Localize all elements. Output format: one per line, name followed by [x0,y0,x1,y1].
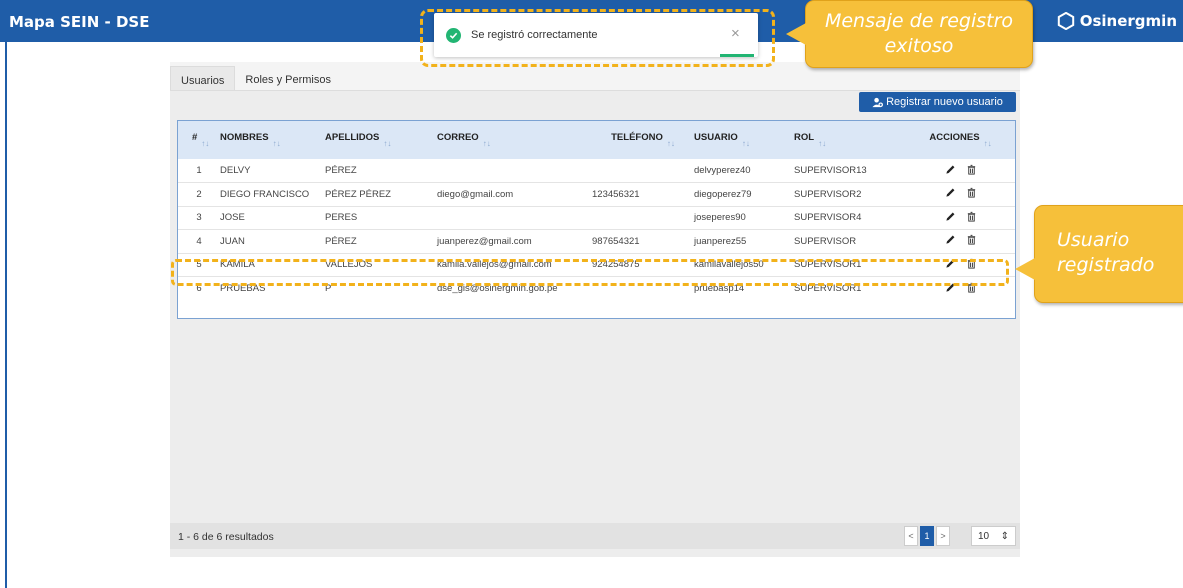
cell-correo: diego@gmail.com [437,188,514,200]
col-header-nombres[interactable]: NOMBRES↑↓ [220,121,325,159]
cell-usuario: delvyperez40 [694,165,751,176]
cell-apellidos: PERES [325,212,358,224]
highlight-toast [420,9,775,67]
cell-rol: SUPERVISOR13 [794,165,867,176]
tab-divider [170,90,1020,91]
cell-nombres: DIEGO FRANCISCO [220,188,310,200]
cell-apellidos: PÉREZ [325,235,357,247]
col-header-acciones[interactable]: ACCIONES↑↓ [906,121,1015,159]
callout-row-note: Usuario registrado [1015,205,1183,303]
edit-icon[interactable] [945,234,956,245]
cell-correo: juanperez@gmail.com [437,235,532,247]
highlight-row [171,259,1009,286]
next-page-button[interactable]: > [936,526,950,546]
cell-rol: SUPERVISOR2 [794,188,862,200]
table-row: 4 JUAN PÉREZ juanperez@gmail.com 9876543… [178,230,1015,254]
tab-usuarios[interactable]: Usuarios [170,66,236,91]
trash-icon[interactable] [966,187,977,198]
edit-icon[interactable] [945,164,956,175]
cell-apellidos: PÉREZ PÉREZ [325,188,391,200]
cell-telefono: 123456321 [592,188,640,200]
col-header-apellidos[interactable]: APELLIDOS↑↓ [325,121,437,159]
tab-bar: Usuarios Roles y Permisos [170,66,341,91]
page-1-button[interactable]: 1 [920,526,934,546]
cell-num: 1 [196,165,202,176]
register-new-user-button[interactable]: Registrar nuevo usuario [859,92,1016,112]
col-header-rol[interactable]: ROL↑↓ [794,121,906,159]
cell-telefono [592,206,694,230]
results-count: 1 - 6 de 6 resultados [178,531,274,543]
osinergmin-logo-icon [1057,12,1074,30]
tab-roles-permisos[interactable]: Roles y Permisos [235,66,341,91]
cell-usuario: juanperez55 [694,235,747,247]
brand-name: Osinergmin [1079,12,1177,30]
col-header-usuario[interactable]: USUARIO↑↓ [694,121,794,159]
trash-icon[interactable] [966,164,977,175]
cell-correo [437,206,592,230]
cell-correo [437,159,592,183]
table-header-row: #↑↓ NOMBRES↑↓ APELLIDOS↑↓ CORREO↑↓ TELÉF… [178,121,1015,159]
col-header-correo[interactable]: CORREO↑↓ [437,121,592,159]
table-row: 1 DELVY PÉREZ delvyperez40 SUPERVISOR13 [178,159,1015,183]
page-size-value: 10 [978,530,990,542]
cell-nombres: JOSE [220,212,245,224]
page-size-select[interactable]: 10 ⇕ [971,526,1016,546]
table-row: 2 DIEGO FRANCISCO PÉREZ PÉREZ diego@gmai… [178,183,1015,207]
callout-tail [786,23,806,45]
pagination: < 1 > [904,526,950,546]
table-footer [170,523,1020,549]
trash-icon[interactable] [966,211,977,222]
prev-page-button[interactable]: < [904,526,918,546]
cell-telefono [592,159,694,183]
cell-num: 3 [196,212,202,224]
cell-num: 4 [196,235,202,247]
callout-toast-note: Mensaje de registro exitoso [786,0,1033,68]
col-header-num[interactable]: #↑↓ [178,121,220,159]
cell-nombres: JUAN [220,235,245,247]
cell-telefono: 987654321 [592,235,640,247]
users-table: #↑↓ NOMBRES↑↓ APELLIDOS↑↓ CORREO↑↓ TELÉF… [177,120,1016,319]
callout-toast-text: Mensaje de registro exitoso [824,10,1014,57]
cell-usuario: diegoperez79 [694,188,752,200]
cell-rol: SUPERVISOR4 [794,212,862,224]
brand: Osinergmin [1057,12,1177,30]
cell-num: 2 [196,188,202,200]
cell-nombres: DELVY [220,165,251,176]
register-new-user-label: Registrar nuevo usuario [886,96,1003,108]
cell-acciones [906,230,1015,254]
app-title: Mapa SEIN - DSE [9,13,150,31]
cell-acciones [906,206,1015,230]
add-user-icon [872,97,884,107]
cell-usuario: joseperes90 [694,212,746,224]
cell-rol: SUPERVISOR [794,235,857,247]
cell-apellidos: PÉREZ [325,165,357,176]
callout-row-text: Usuario registrado [1057,229,1155,276]
trash-icon[interactable] [966,234,977,245]
cell-acciones [906,159,1015,183]
col-header-telefono[interactable]: TELÉFONO↑↓ [592,121,694,159]
sort-arrows-icon: ⇕ [1000,530,1009,542]
callout-tail [1015,258,1035,280]
edit-icon[interactable] [945,187,956,198]
table-row: 3 JOSE PERES joseperes90 SUPERVISOR4 [178,206,1015,230]
cell-acciones [906,183,1015,207]
edit-icon[interactable] [945,211,956,222]
